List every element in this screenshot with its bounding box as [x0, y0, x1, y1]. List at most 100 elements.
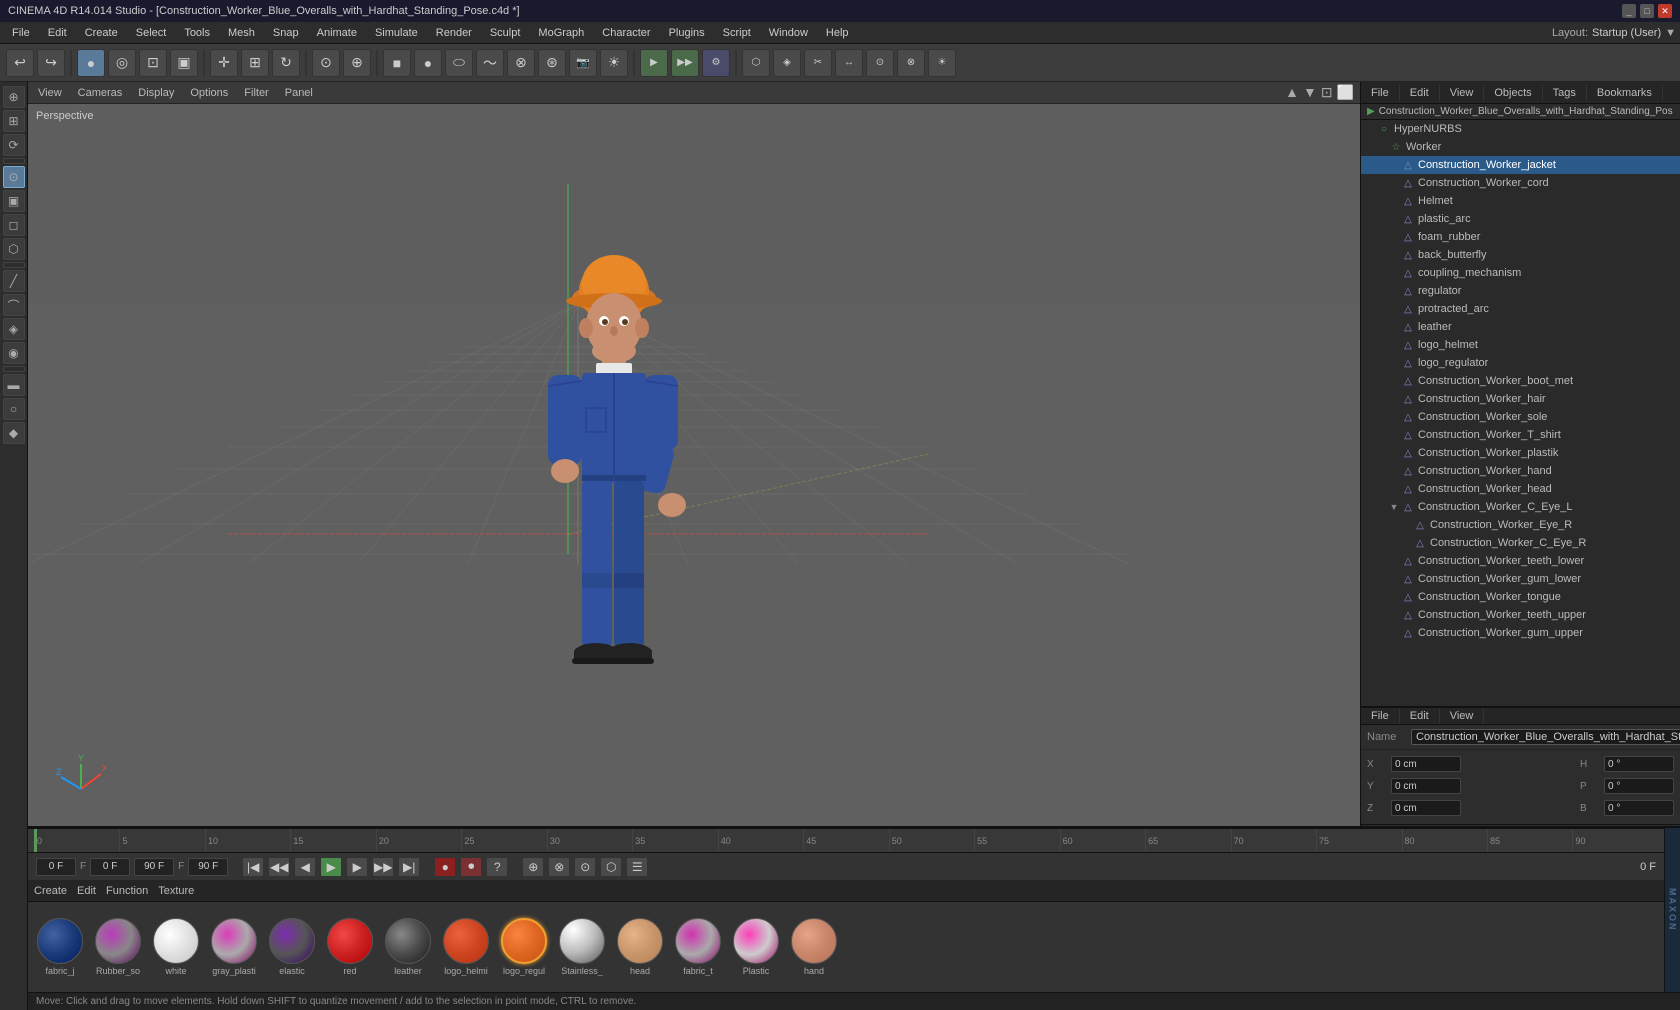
- tree-item-coupling[interactable]: △coupling_mechanism: [1361, 264, 1680, 282]
- local-coord-button[interactable]: ⊕: [343, 49, 371, 77]
- material-item-fabric_t[interactable]: fabric_t: [672, 918, 724, 976]
- material-item-leather[interactable]: leather: [382, 918, 434, 976]
- material-item-plastic[interactable]: Plastic: [730, 918, 782, 976]
- timeline-tick-70[interactable]: 70: [1231, 829, 1316, 852]
- menu-select[interactable]: Select: [128, 25, 175, 41]
- timeline-tick-25[interactable]: 25: [461, 829, 546, 852]
- material-item-hand[interactable]: hand: [788, 918, 840, 976]
- menu-sculpt[interactable]: Sculpt: [482, 25, 529, 41]
- goto-start-button[interactable]: |◀: [242, 857, 264, 877]
- timeline-tick-60[interactable]: 60: [1060, 829, 1145, 852]
- viewport-menu-view[interactable]: View: [34, 86, 66, 100]
- tree-item-tongue[interactable]: △Construction_Worker_tongue: [1361, 588, 1680, 606]
- cylinder-button[interactable]: ⬭: [445, 49, 473, 77]
- viewport-menu-options[interactable]: Options: [186, 86, 232, 100]
- world-coord-button[interactable]: ⊙: [312, 49, 340, 77]
- record-button[interactable]: ●: [434, 857, 456, 877]
- point-mode-button[interactable]: ◎: [108, 49, 136, 77]
- tree-item-protracted_arc[interactable]: △protracted_arc: [1361, 300, 1680, 318]
- redo-button[interactable]: ↪: [37, 49, 65, 77]
- object-mode-button[interactable]: ●: [77, 49, 105, 77]
- bevel-button[interactable]: ◈: [773, 49, 801, 77]
- material-item-logo_regul[interactable]: logo_regul: [498, 918, 550, 976]
- tree-item-teeth_upper[interactable]: △Construction_Worker_teeth_upper: [1361, 606, 1680, 624]
- paint-button[interactable]: ☀: [928, 49, 956, 77]
- tool-scale[interactable]: ⊞: [3, 110, 25, 132]
- edge-mode-button[interactable]: ⊡: [139, 49, 167, 77]
- menu-plugins[interactable]: Plugins: [661, 25, 713, 41]
- viewport-arrow-up[interactable]: ▲: [1285, 84, 1299, 101]
- tree-item-cord[interactable]: △Construction_Worker_cord: [1361, 174, 1680, 192]
- move-tool-button[interactable]: ✛: [210, 49, 238, 77]
- tool-knife[interactable]: ╱: [3, 270, 25, 292]
- menu-snap[interactable]: Snap: [265, 25, 307, 41]
- tool-poly-select[interactable]: ◻: [3, 214, 25, 236]
- tree-item-foam_rubber[interactable]: △foam_rubber: [1361, 228, 1680, 246]
- obj-tab-edit[interactable]: Edit: [1400, 85, 1440, 101]
- viewport-container[interactable]: View Cameras Display Options Filter Pane…: [28, 82, 1360, 826]
- menu-create[interactable]: Create: [77, 25, 126, 41]
- timeline-tick-30[interactable]: 30: [547, 829, 632, 852]
- attr-tab-file[interactable]: File: [1361, 708, 1400, 724]
- timeline-tick-85[interactable]: 85: [1487, 829, 1572, 852]
- tree-item-boot_met[interactable]: △Construction_Worker_boot_met: [1361, 372, 1680, 390]
- material-item-white[interactable]: white: [150, 918, 202, 976]
- tool-rect-select[interactable]: ▣: [3, 190, 25, 212]
- material-item-fabric_j[interactable]: fabric_j: [34, 918, 86, 976]
- render-view-button[interactable]: ▶: [640, 49, 668, 77]
- coord-p-input[interactable]: [1604, 778, 1674, 794]
- tree-item-plastik[interactable]: △Construction_Worker_plastik: [1361, 444, 1680, 462]
- timeline-tick-35[interactable]: 35: [632, 829, 717, 852]
- sphere-button[interactable]: ●: [414, 49, 442, 77]
- tree-item-hand[interactable]: △Construction_Worker_hand: [1361, 462, 1680, 480]
- prev-key-button[interactable]: ◀: [294, 857, 316, 877]
- viewport-menu-cameras[interactable]: Cameras: [74, 86, 127, 100]
- coord-x-input[interactable]: [1391, 756, 1461, 772]
- obj-tab-objects[interactable]: Objects: [1484, 85, 1542, 101]
- fps-input[interactable]: [188, 858, 228, 876]
- knife-button[interactable]: ✂: [804, 49, 832, 77]
- next-key-button[interactable]: ▶: [346, 857, 368, 877]
- camera-button[interactable]: 📷: [569, 49, 597, 77]
- minimize-button[interactable]: _: [1622, 4, 1636, 18]
- render-button[interactable]: ▶▶: [671, 49, 699, 77]
- prev-frame-button[interactable]: ◀◀: [268, 857, 290, 877]
- window-controls[interactable]: _ □ ✕: [1622, 4, 1672, 18]
- menu-mesh[interactable]: Mesh: [220, 25, 263, 41]
- tool-rotate[interactable]: ⟳: [3, 134, 25, 156]
- close-button[interactable]: ✕: [1658, 4, 1672, 18]
- mat-menu-texture[interactable]: Texture: [158, 885, 194, 897]
- motion-settings-button[interactable]: ☰: [626, 857, 648, 877]
- menu-animate[interactable]: Animate: [309, 25, 365, 41]
- tree-item-teeth_lower[interactable]: △Construction_Worker_teeth_lower: [1361, 552, 1680, 570]
- coord-y-input[interactable]: [1391, 778, 1461, 794]
- undo-button[interactable]: ↩: [6, 49, 34, 77]
- material-item-gray_plasti[interactable]: gray_plasti: [208, 918, 260, 976]
- mat-menu-create[interactable]: Create: [34, 885, 67, 897]
- timeline-tick-90[interactable]: 90: [1572, 829, 1657, 852]
- timeline-ruler[interactable]: 051015202530354045505560657075808590: [28, 828, 1664, 852]
- material-item-logo_helmi[interactable]: logo_helmi: [440, 918, 492, 976]
- timeline-playhead[interactable]: [34, 829, 37, 852]
- rotate-tool-button[interactable]: ↻: [272, 49, 300, 77]
- tree-item-sole[interactable]: △Construction_Worker_sole: [1361, 408, 1680, 426]
- tree-item-eye_r[interactable]: △Construction_Worker_Eye_R: [1361, 516, 1680, 534]
- timeline-tick-0[interactable]: 0: [34, 829, 119, 852]
- tree-item-eye_l[interactable]: ▼△Construction_Worker_C_Eye_L: [1361, 498, 1680, 516]
- coord-z-input[interactable]: [1391, 800, 1461, 816]
- motion-record-button[interactable]: ⊕: [522, 857, 544, 877]
- material-item-red[interactable]: red: [324, 918, 376, 976]
- spline-button[interactable]: 〜: [476, 49, 504, 77]
- viewport-menu-filter[interactable]: Filter: [240, 86, 272, 100]
- menu-script[interactable]: Script: [715, 25, 759, 41]
- layout-selector[interactable]: Layout: Startup (User) ▼: [1552, 27, 1676, 39]
- timeline-tick-10[interactable]: 10: [205, 829, 290, 852]
- tree-item-hypernurbs[interactable]: ○HyperNURBS: [1361, 120, 1680, 138]
- attr-tab-edit[interactable]: Edit: [1400, 708, 1440, 724]
- tree-item-regulator[interactable]: △regulator: [1361, 282, 1680, 300]
- nurbs-button[interactable]: ⊗: [507, 49, 535, 77]
- timeline-tick-65[interactable]: 65: [1145, 829, 1230, 852]
- viewport-arrow-down[interactable]: ▼: [1303, 84, 1317, 101]
- key-mode-button[interactable]: ?: [486, 857, 508, 877]
- tool-brush[interactable]: ◉: [3, 342, 25, 364]
